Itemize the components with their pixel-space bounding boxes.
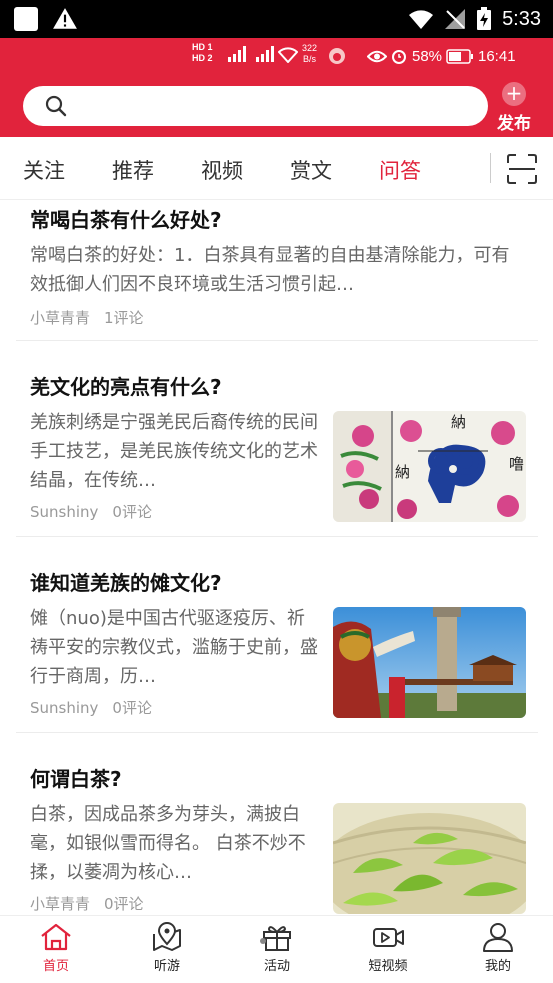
item-comments: 0评论 — [104, 895, 144, 913]
nuo-culture-thumbnail — [333, 607, 526, 718]
nav-activity[interactable]: 活动 — [237, 922, 317, 974]
nav-short-video[interactable]: 短视频 — [348, 922, 428, 974]
publish-label: 发布 — [497, 114, 531, 134]
item-author: Sunshiny — [30, 699, 99, 717]
battery-icon — [446, 49, 473, 64]
item-title: 常喝白茶有什么好处? — [30, 208, 222, 232]
list-item[interactable]: 羌文化的亮点有什么? 羌族刺绣是宁强羌民后裔传统的民间手工技艺，是羌民族传统文化… — [16, 341, 538, 537]
embroidery-thumbnail: 納 納 噜 — [333, 411, 526, 522]
eye-icon — [367, 50, 387, 63]
signal-4g-icon — [228, 46, 246, 62]
thumb-text-c: 噜 — [509, 455, 524, 473]
inner-status-bar: HD 1 HD 2 322 B/s 58% 16:41 — [0, 38, 553, 74]
speed-unit: B/s — [303, 54, 317, 64]
category-tab-bar: 关注 推荐 视频 赏文 问答 — [0, 137, 553, 200]
hd2-label: HD 2 — [192, 53, 213, 63]
item-author: 小草青青 — [30, 895, 91, 913]
item-meta: 小草青青 0评论 — [30, 893, 144, 914]
app-notification-icon — [329, 48, 345, 64]
thumb-text-b: 納 — [395, 463, 410, 481]
nav-home[interactable]: 首页 — [16, 922, 96, 974]
nav-tour-label: 听游 — [153, 959, 180, 974]
signal-5g-icon — [256, 46, 274, 62]
item-author: 小草青青 — [30, 309, 91, 327]
system-status-bar: 5:33 — [0, 0, 553, 38]
notification-square-icon — [14, 7, 38, 31]
item-comments: 0评论 — [112, 503, 152, 521]
battery-percent: 58% — [412, 48, 443, 65]
item-meta: Sunshiny 0评论 — [30, 697, 152, 718]
nav-short-video-label: 短视频 — [368, 959, 408, 974]
scan-icon[interactable] — [506, 153, 538, 185]
gift-icon — [260, 926, 291, 951]
tab-qa[interactable]: 问答 — [379, 155, 421, 185]
list-item[interactable]: 常喝白茶有什么好处? 常喝白茶的好处：1．白茶具有显著的自由基清除能力，可有效抵… — [16, 200, 538, 341]
map-pin-icon — [153, 922, 181, 951]
tab-recommend[interactable]: 推荐 — [112, 155, 154, 185]
tab-divider — [490, 153, 491, 183]
hd1-label: HD 1 — [192, 42, 213, 52]
warning-icon — [53, 8, 77, 29]
item-summary: 白茶，因成品茶多为芽头，满披白毫，如银似雪而得名。 白茶不炒不揉，以萎凋为核心… — [30, 804, 306, 883]
item-summary: 傩（nuo)是中国古代驱逐疫厉、祈祷平安的宗教仪式，滥觞于史前，盛行于商周，历… — [30, 608, 318, 687]
alarm-icon — [392, 50, 406, 64]
system-clock: 5:33 — [502, 7, 541, 30]
item-author: Sunshiny — [30, 503, 99, 521]
search-input[interactable] — [23, 86, 488, 126]
item-summary: 常喝白茶的好处：1．白茶具有显著的自由基清除能力，可有效抵御人们因不良环境或生活… — [30, 245, 510, 295]
nav-activity-label: 活动 — [263, 959, 290, 974]
item-meta: Sunshiny 0评论 — [30, 501, 152, 522]
item-meta: 小草青青 1评论 — [30, 307, 144, 328]
home-icon — [41, 923, 71, 951]
item-comments: 1评论 — [104, 309, 144, 327]
qa-feed: 常喝白茶有什么好处? 常喝白茶的好处：1．白茶具有显著的自由基清除能力，可有效抵… — [0, 200, 553, 915]
white-tea-thumbnail — [333, 803, 526, 914]
nav-profile[interactable]: 我的 — [458, 922, 538, 974]
app-header: HD 1 HD 2 322 B/s 58% 16:41 + 发布 — [0, 38, 553, 137]
battery-charging-icon — [477, 7, 492, 30]
item-comments: 0评论 — [112, 699, 152, 717]
item-title: 羌文化的亮点有什么? — [30, 375, 222, 399]
wifi-small-icon — [278, 47, 298, 63]
list-item[interactable]: 谁知道羌族的傩文化? 傩（nuo)是中国古代驱逐疫厉、祈祷平安的宗教仪式，滥觞于… — [16, 537, 538, 733]
search-icon — [45, 95, 67, 117]
item-title: 谁知道羌族的傩文化? — [30, 571, 222, 595]
wifi-icon — [409, 10, 434, 29]
tab-articles[interactable]: 赏文 — [290, 155, 332, 185]
hd-indicator: HD 1 HD 2 — [192, 42, 213, 64]
nav-home-label: 首页 — [42, 959, 69, 974]
list-item[interactable]: 何谓白茶? 白茶，因成品茶多为芽头，满披白毫，如银似雪而得名。 白茶不炒不揉，以… — [16, 733, 538, 915]
bottom-navigation: 首页 听游 活动 短视频 我的 — [0, 915, 553, 983]
speed-value: 322 — [302, 43, 318, 53]
plus-icon: + — [502, 82, 526, 106]
network-speed: 322 B/s — [302, 43, 317, 65]
video-icon — [373, 928, 404, 947]
no-signal-icon — [445, 9, 466, 29]
tab-video[interactable]: 视频 — [201, 155, 243, 185]
user-icon — [483, 923, 513, 952]
item-title: 何谓白茶? — [30, 767, 122, 791]
item-summary: 羌族刺绣是宁强羌民后裔传统的民间手工技艺，是羌民族传统文化的艺术结晶，在传统… — [30, 412, 318, 491]
nav-tour[interactable]: 听游 — [127, 922, 207, 974]
inner-clock: 16:41 — [478, 48, 516, 65]
tab-follow[interactable]: 关注 — [23, 155, 65, 185]
thumb-text-a: 納 — [451, 413, 466, 431]
nav-profile-label: 我的 — [484, 959, 511, 974]
publish-button[interactable]: + 发布 — [492, 82, 536, 135]
